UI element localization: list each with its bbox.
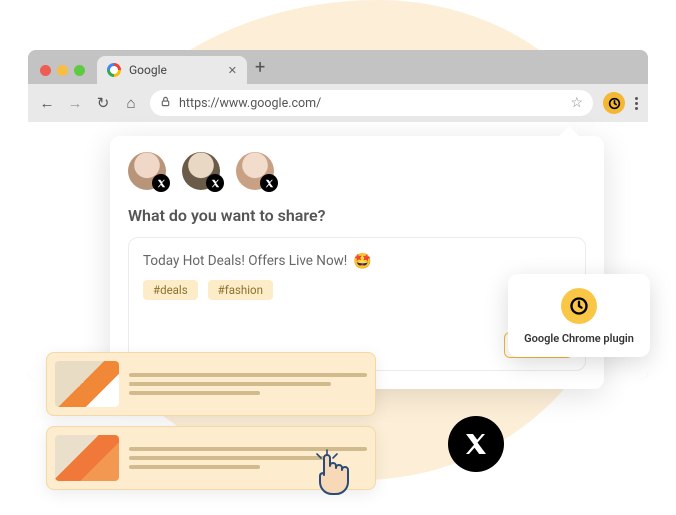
pointer-cursor-icon	[310, 448, 354, 504]
hashtag-row: #deals #fashion	[143, 280, 571, 300]
result-card[interactable]	[46, 352, 376, 416]
star-struck-emoji-icon: 🤩	[353, 252, 372, 270]
x-badge-icon	[260, 174, 278, 192]
avatar-2[interactable]	[182, 152, 220, 190]
avatar-row	[128, 152, 586, 190]
new-tab-button[interactable]: +	[255, 57, 265, 84]
result-thumbnail	[55, 361, 119, 407]
address-bar[interactable]: https://www.google.com/ ☆	[150, 90, 593, 116]
bookmark-star-icon[interactable]: ☆	[570, 95, 583, 111]
composer-text: Today Hot Deals! Offers Live Now! 🤩	[143, 252, 571, 270]
traffic-lights	[36, 65, 89, 84]
url-text: https://www.google.com/	[179, 96, 321, 111]
hashtag-chip[interactable]: #fashion	[208, 280, 273, 300]
reload-button[interactable]: ↻	[94, 94, 112, 112]
browser-tab[interactable]: Google ✕	[97, 56, 247, 84]
x-badge-icon	[206, 174, 224, 192]
browser-menu-button[interactable]	[635, 97, 638, 110]
x-fab-button[interactable]	[448, 416, 504, 472]
result-thumbnail	[55, 435, 119, 481]
window-minimize-button[interactable]	[57, 65, 68, 76]
composer-content: Today Hot Deals! Offers Live Now!	[143, 253, 347, 269]
x-badge-icon	[152, 174, 170, 192]
window-maximize-button[interactable]	[74, 65, 85, 76]
google-favicon-icon	[107, 63, 121, 77]
window-close-button[interactable]	[40, 65, 51, 76]
forward-button[interactable]: →	[66, 94, 84, 112]
tab-close-icon[interactable]: ✕	[228, 64, 237, 77]
plugin-label: Google Chrome plugin	[516, 332, 642, 345]
extension-icon[interactable]	[603, 92, 625, 114]
result-lines	[129, 361, 367, 407]
browser-toolbar: ← → ↻ ⌂ https://www.google.com/ ☆	[28, 84, 648, 122]
share-prompt: What do you want to share?	[128, 206, 586, 225]
back-button[interactable]: ←	[38, 94, 56, 112]
avatar-1[interactable]	[128, 152, 166, 190]
home-button[interactable]: ⌂	[122, 94, 140, 112]
lock-icon	[160, 96, 171, 110]
avatar-3[interactable]	[236, 152, 274, 190]
hashtag-chip[interactable]: #deals	[143, 280, 198, 300]
tab-bar: Google ✕ +	[28, 50, 648, 84]
plugin-card: Google Chrome plugin	[508, 274, 650, 357]
plugin-clock-icon	[561, 288, 597, 324]
tab-title: Google	[129, 63, 167, 77]
